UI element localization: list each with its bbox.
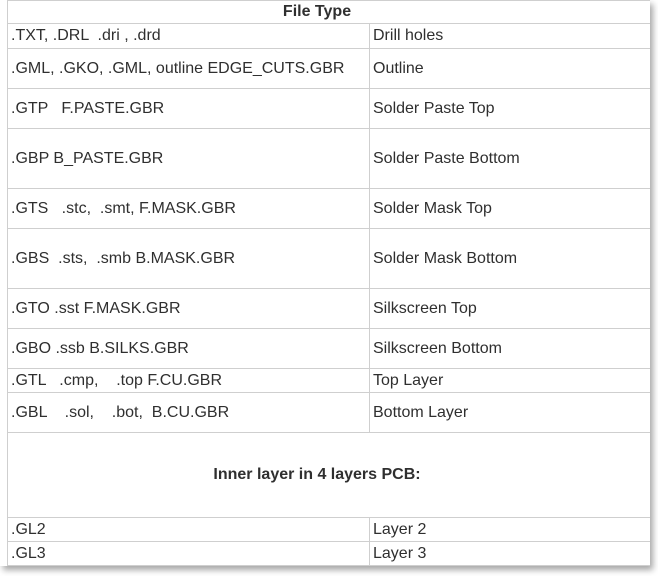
type-cell (368, 565, 650, 566)
type-cell: Solder Paste Top (368, 88, 650, 129)
extension-cell: .GTS .stc, .smt, F.MASK.GBR (7, 188, 370, 229)
extension-cell: .GTO .sst F.MASK.GBR (7, 288, 370, 329)
table-row: .GBP B_PASTE.GBR Solder Paste Bottom (7, 128, 650, 189)
type-cell: Silkscreen Bottom (368, 328, 650, 369)
type-cell: Top Layer (368, 368, 650, 393)
type-cell: Solder Mask Bottom (368, 228, 650, 289)
extension-cell: .GBS .sts, .smb B.MASK.GBR (7, 228, 370, 289)
table-row (7, 565, 650, 566)
type-cell: Solder Paste Bottom (368, 128, 650, 189)
extension-cell: .GL3 (7, 541, 370, 566)
type-cell: Outline (368, 48, 650, 89)
table-row: .GL2 Layer 2 (7, 517, 650, 542)
extension-cell: .GTP F.PASTE.GBR (7, 88, 370, 129)
table-row: .GTP F.PASTE.GBR Solder Paste Top (7, 88, 650, 129)
section-header-row: Inner layer in 4 layers PCB: (6, 432, 650, 518)
type-cell: Silkscreen Top (368, 288, 650, 329)
section-title: Inner layer in 4 layers PCB: (6, 432, 650, 518)
extension-cell: .GL2 (7, 517, 370, 542)
table-row: .GML, .GKO, .GML, outline EDGE_CUTS.GBR … (7, 48, 650, 89)
table-row: .GL3 Layer 3 (7, 541, 650, 566)
type-cell: Layer 3 (368, 541, 650, 566)
table-header-row: File Type (6, 0, 650, 24)
table-row: .TXT, .DRL .dri , .drd Drill holes (7, 23, 650, 49)
extension-cell: .TXT, .DRL .dri , .drd (7, 23, 370, 49)
extension-cell (7, 565, 370, 566)
type-cell: Bottom Layer (368, 392, 650, 433)
table-row: .GTL .cmp, .top F.CU.GBR Top Layer (7, 368, 650, 393)
type-cell: Solder Mask Top (368, 188, 650, 229)
extension-cell: .GBP B_PASTE.GBR (7, 128, 370, 189)
extension-cell: .GML, .GKO, .GML, outline EDGE_CUTS.GBR (7, 48, 370, 89)
extension-cell: .GBO .ssb B.SILKS.GBR (7, 328, 370, 369)
table-row: .GBL .sol, .bot, B.CU.GBR Bottom Layer (7, 392, 650, 433)
table-row: .GBS .sts, .smb B.MASK.GBR Solder Mask B… (7, 228, 650, 289)
extension-cell: .GBL .sol, .bot, B.CU.GBR (7, 392, 370, 433)
table-title: File Type (6, 0, 650, 24)
table-row: .GTO .sst F.MASK.GBR Silkscreen Top (7, 288, 650, 329)
type-cell: Layer 2 (368, 517, 650, 542)
type-cell: Drill holes (368, 23, 650, 49)
table-row: .GTS .stc, .smt, F.MASK.GBR Solder Mask … (7, 188, 650, 229)
extension-cell: .GTL .cmp, .top F.CU.GBR (7, 368, 370, 393)
table-row: .GBO .ssb B.SILKS.GBR Silkscreen Bottom (7, 328, 650, 369)
file-type-table: File Type .TXT, .DRL .dri , .drd Drill h… (6, 0, 650, 566)
document-frame: File Type .TXT, .DRL .dri , .drd Drill h… (0, 0, 650, 566)
